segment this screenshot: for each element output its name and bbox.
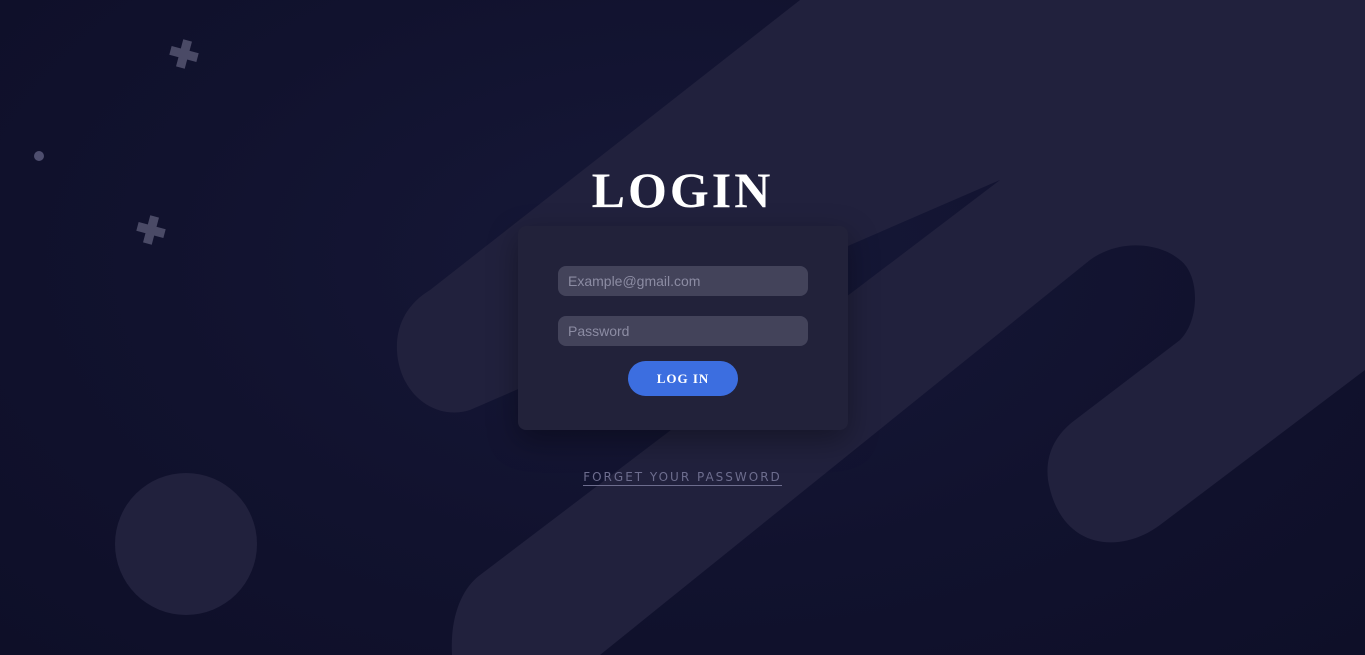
email-input[interactable] [558,266,808,296]
password-input[interactable] [558,316,808,346]
login-page: LOGIN LOG IN FORGET YOUR PASSWORD [0,0,1365,655]
circle-shape [115,473,257,615]
page-title: LOGIN [591,162,774,218]
login-form-card: LOG IN [518,226,848,430]
plus-icon [169,39,199,69]
forgot-password-link[interactable]: FORGET YOUR PASSWORD [583,470,782,486]
forgot-password-container: FORGET YOUR PASSWORD [0,468,1365,486]
login-button[interactable]: LOG IN [628,361,738,396]
